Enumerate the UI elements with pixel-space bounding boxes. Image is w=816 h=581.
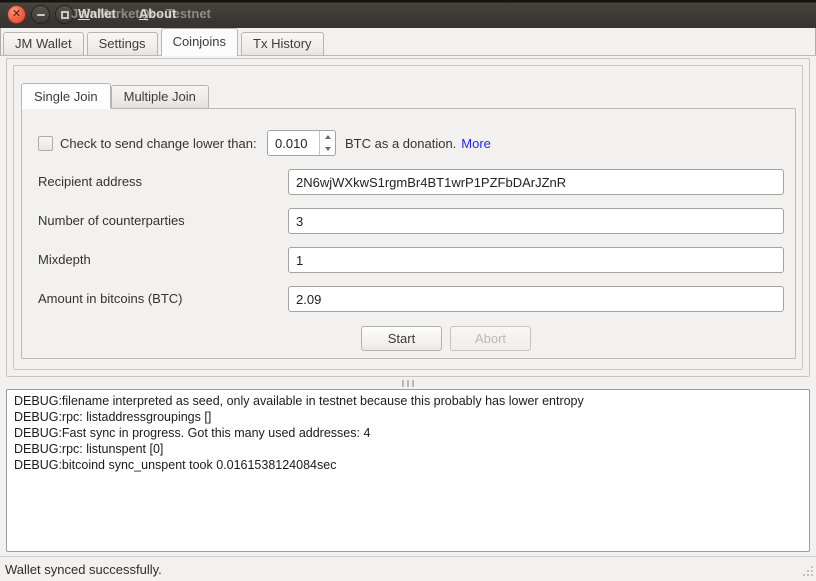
status-text: Wallet synced successfully. (5, 562, 162, 577)
log-line: DEBUG:Fast sync in progress. Got this ma… (14, 425, 802, 441)
titlebar[interactable]: ✕ JoinMarketQt - Testnet Wallet About (0, 0, 816, 28)
join-tab-widget: Single Join Multiple Join Check to send … (21, 82, 796, 359)
recipient-address-label: Recipient address (38, 169, 142, 195)
coinjoins-page: Single Join Multiple Join Check to send … (0, 56, 816, 556)
counterparties-input[interactable] (288, 208, 784, 234)
amount-input[interactable] (288, 286, 784, 312)
group-frame: Single Join Multiple Join Check to send … (13, 65, 803, 370)
mixdepth-input[interactable] (288, 247, 784, 273)
tab-tx-history[interactable]: Tx History (241, 32, 324, 56)
donation-checkbox[interactable] (38, 136, 53, 151)
spin-up-button[interactable] (320, 131, 335, 143)
debug-log[interactable]: DEBUG:filename interpreted as seed, only… (6, 389, 810, 552)
outer-frame: Single Join Multiple Join Check to send … (6, 58, 810, 377)
tab-multiple-join[interactable]: Multiple Join (111, 85, 209, 108)
spin-down-icon (325, 147, 331, 151)
tab-jm-wallet[interactable]: JM Wallet (3, 32, 84, 56)
spin-down-button[interactable] (320, 143, 335, 155)
minimize-icon (37, 14, 45, 16)
donation-label: Check to send change lower than: (60, 136, 267, 151)
donation-spinbox (267, 130, 336, 156)
resize-grip-icon[interactable] (801, 566, 813, 578)
menu-wallet[interactable]: Wallet (78, 6, 116, 21)
minimize-button[interactable] (31, 5, 50, 24)
app-window: ✕ JoinMarketQt - Testnet Wallet About JM… (0, 0, 816, 581)
log-line: DEBUG:rpc: listaddressgroupings [] (14, 409, 802, 425)
more-link[interactable]: More (461, 136, 491, 151)
menu-about[interactable]: About (139, 6, 177, 21)
log-line: DEBUG:bitcoind sync_unspent took 0.01615… (14, 457, 802, 473)
join-tabbar: Single Join Multiple Join (21, 82, 796, 108)
donation-row: Check to send change lower than: BTC as … (38, 130, 787, 156)
log-line: DEBUG:rpc: listunspent [0] (14, 441, 802, 457)
donation-suffix: BTC as a donation. (345, 136, 456, 151)
close-button[interactable]: ✕ (7, 5, 26, 24)
amount-label: Amount in bitcoins (BTC) (38, 286, 183, 312)
statusbar: Wallet synced successfully. (0, 556, 816, 581)
splitter-handle[interactable] (0, 378, 816, 389)
abort-button[interactable]: Abort (450, 326, 531, 351)
start-button[interactable]: Start (361, 326, 442, 351)
spin-arrows (319, 131, 335, 155)
log-line: DEBUG:filename interpreted as seed, only… (14, 393, 802, 409)
menubar: Wallet About (78, 6, 176, 21)
tab-settings[interactable]: Settings (87, 32, 158, 56)
action-buttons: Start Abort (361, 326, 531, 351)
donation-amount-input[interactable] (268, 131, 319, 155)
tab-coinjoins[interactable]: Coinjoins (161, 28, 238, 56)
mixdepth-label: Mixdepth (38, 247, 91, 273)
maximize-icon (61, 11, 69, 19)
tab-single-join[interactable]: Single Join (21, 83, 111, 109)
counterparties-label: Number of counterparties (38, 208, 185, 234)
recipient-address-input[interactable] (288, 169, 784, 195)
single-join-pane: Check to send change lower than: BTC as … (21, 108, 796, 359)
main-tabbar: JM Wallet Settings Coinjoins Tx History (0, 28, 816, 56)
spin-up-icon (325, 135, 331, 139)
